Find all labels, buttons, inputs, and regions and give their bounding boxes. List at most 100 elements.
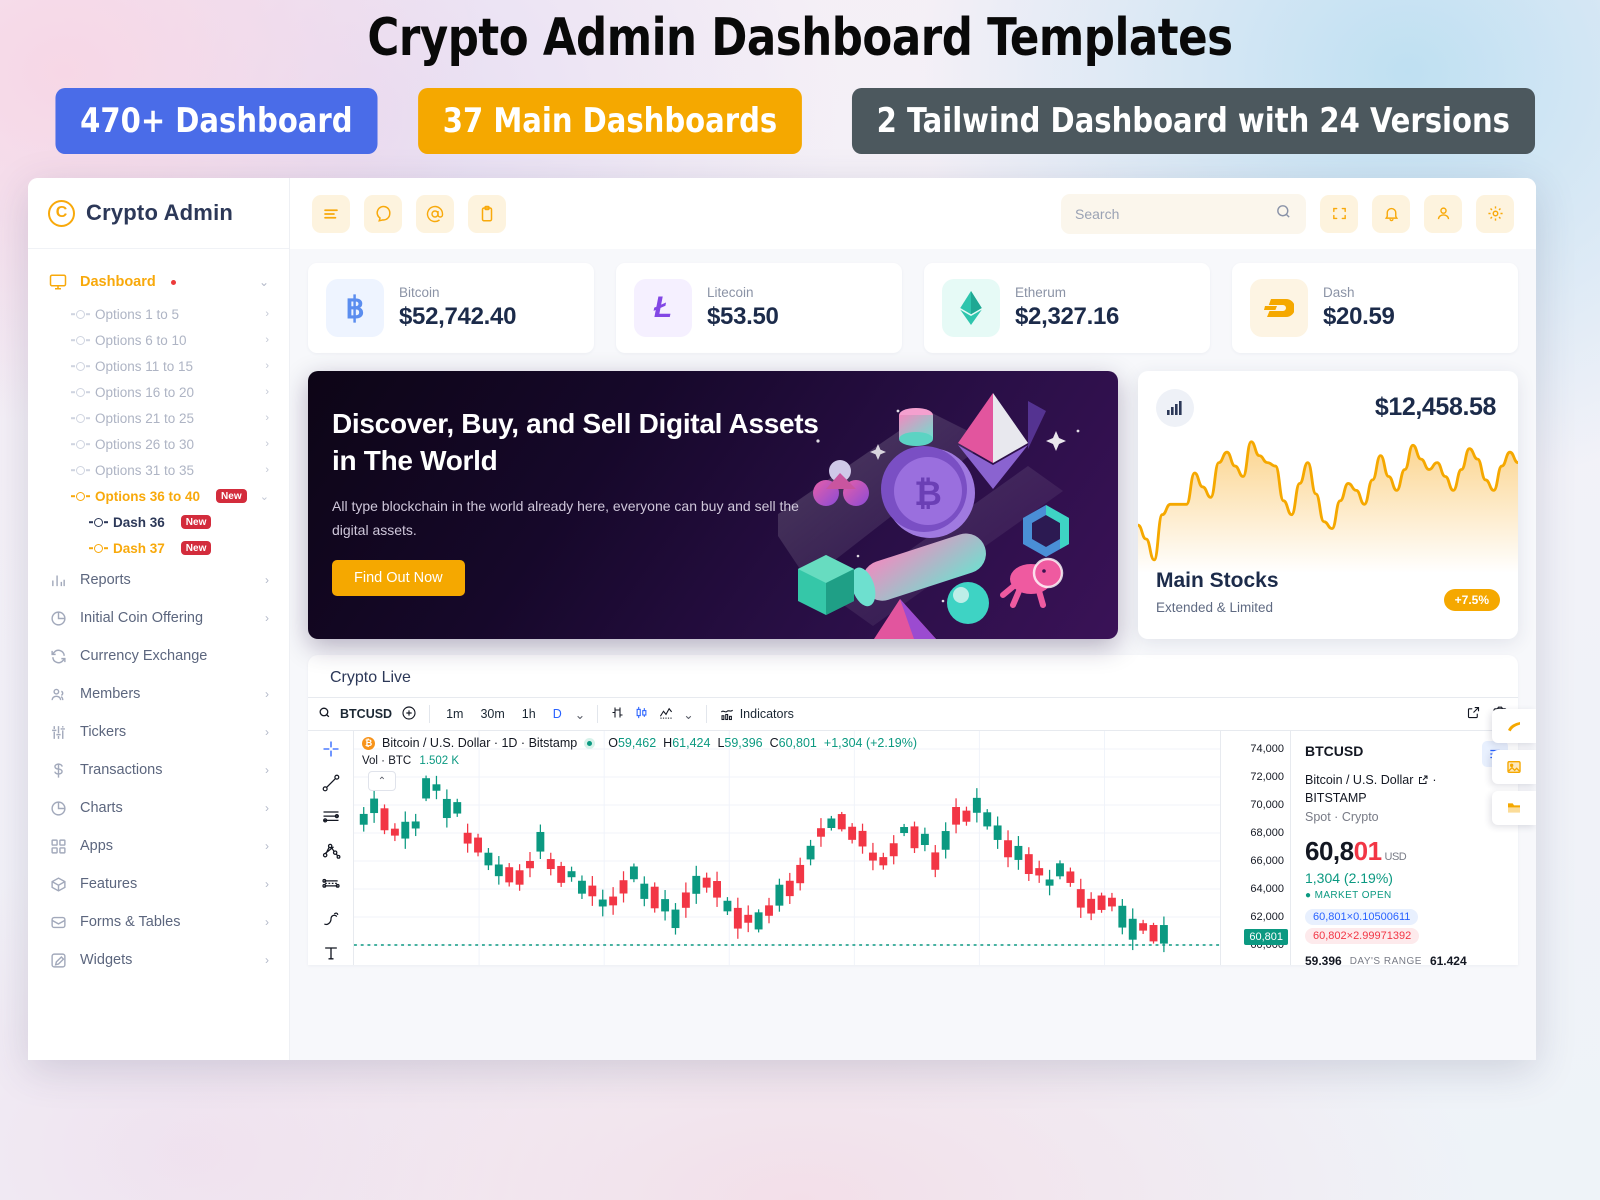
chevron-right-icon: › [265,360,269,372]
sidebar-item-tickers[interactable]: Tickers › [28,713,289,751]
stats-icon [1156,389,1194,427]
pie-chart-icon [48,608,68,628]
search-box[interactable] [1061,193,1306,234]
chevron-down-icon[interactable]: ⌄ [683,707,693,722]
fib-retracement-icon[interactable] [321,875,341,895]
stocks-value: $12,458.58 [1374,393,1497,421]
price-axis[interactable]: 74,000 72,000 70,000 68,000 66,000 64,000 62,0… [1220,731,1290,965]
dollar-icon [48,760,68,780]
sidebar-subitem-label: Options 26 to 30 [95,436,195,452]
user-icon[interactable] [1424,194,1462,233]
clipboard-icon[interactable] [468,194,506,233]
sidebar-item-charts[interactable]: Charts › [28,789,289,827]
menu-icon[interactable] [312,194,350,233]
pie-chart-icon [48,798,68,818]
symbol-label[interactable]: BTCUSD [340,707,392,721]
chevron-right-icon: › [265,687,269,701]
collapse-pane-button[interactable]: ⌃ [368,771,396,791]
search-input[interactable] [1075,205,1275,222]
volume-value: 1.502 K [419,755,460,767]
ohlc-open-label: O [608,736,618,750]
folder-tab-icon[interactable] [1492,791,1536,825]
bar-style-icon[interactable] [610,705,625,723]
coin-card-bitcoin[interactable]: ฿ Bitcoin $52,742.40 [308,263,594,353]
chevron-right-icon: › [265,412,269,424]
fullscreen-icon[interactable] [1320,194,1358,233]
brush-icon[interactable] [321,909,341,929]
sidebar-subitem-options-31-35[interactable]: Options 31 to 35 › [28,457,289,483]
tradingview-body: ₿ Bitcoin / U.S. Dollar · 1D · Bitstamp … [308,731,1518,965]
external-link-icon[interactable] [1466,705,1481,723]
demo-tab-icon[interactable] [1492,709,1536,743]
panel-symbol: BTCUSD [1305,743,1364,759]
sidebar-subitem-options-21-25[interactable]: Options 21 to 25 › [28,405,289,431]
chevron-right-icon: › [265,308,269,320]
indicators-button[interactable]: Indicators [719,707,794,722]
promo-pill-row: 470+ Dashboard 37 Main Dashboards 2 Tail… [0,88,1600,154]
sidebar-subitem-options-6-10[interactable]: Options 6 to 10 › [28,327,289,353]
candlestick-icon[interactable] [634,705,649,723]
sidebar-subitem-dash-36[interactable]: Dash 36 New [28,509,289,535]
stocks-change-badge: +7.5% [1443,589,1500,611]
sidebar-item-label: Forms & Tables [80,914,181,930]
range-label: DAY'S RANGE [1349,955,1422,965]
sidebar-item-initial-coin-offering[interactable]: Initial Coin Offering › [28,599,289,637]
range-low: 59,396 [1305,954,1342,965]
ohlc-open: 59,462 [617,736,657,750]
sidebar-item-widgets[interactable]: Widgets › [28,941,289,979]
sidebar-subitem-options-1-5[interactable]: Options 1 to 5 › [28,301,289,327]
timeframe-30m[interactable]: 30m [476,705,508,723]
symbol-info-panel: BTCUSD Bitcoin / U.S. Dollar · BITSTAMP … [1290,731,1518,965]
sidebar-item-label: Apps [80,838,114,854]
timeframe-1h[interactable]: 1h [518,705,540,723]
timeframe-d[interactable]: D [549,705,566,723]
crosshair-icon[interactable] [321,739,341,759]
sidebar-item-features[interactable]: Features › [28,865,289,903]
chat-icon[interactable] [364,194,402,233]
trendline-icon[interactable] [321,773,341,793]
sidebar-subitem-label: Options 11 to 15 [95,358,194,374]
panel-price-main: 60,8 [1305,836,1354,867]
sidebar-subitem-options-16-20[interactable]: Options 16 to 20 › [28,379,289,405]
sidebar-item-members[interactable]: Members › [28,675,289,713]
coin-card-dash[interactable]: Dash $20.59 [1232,263,1518,353]
external-link-icon[interactable] [1417,774,1429,786]
floating-side-tabs [1492,709,1536,825]
chevron-down-icon[interactable]: ⌄ [575,707,585,722]
sidebar-item-currency-exchange[interactable]: Currency Exchange [28,637,289,675]
sidebar-subitem-options-36-40[interactable]: Options 36 to 40 New ⌄ [28,483,289,509]
sidebar-subitem-options-26-30[interactable]: Options 26 to 30 › [28,431,289,457]
chevron-right-icon: › [265,334,269,346]
add-symbol-icon[interactable] [401,705,417,724]
line-chart-icon[interactable] [658,705,674,723]
main-stocks-card: $12,458.58 Main Stocks Extended & Limite… [1138,371,1518,639]
chevron-down-icon: ⌄ [259,490,269,503]
sidebar-item-transactions[interactable]: Transactions › [28,751,289,789]
brand-logo[interactable]: C Crypto Admin [28,178,289,249]
dash-icon [1250,279,1308,337]
mention-icon[interactable] [416,194,454,233]
sidebar-subitem-options-11-15[interactable]: Options 11 to 15 › [28,353,289,379]
sidebar-item-forms-tables[interactable]: Forms & Tables › [28,903,289,941]
stocks-subtitle: Extended & Limited [1156,600,1274,615]
horizontal-lines-icon[interactable] [321,807,341,827]
coin-card-etherum[interactable]: Etherum $2,327.16 [924,263,1210,353]
timeframe-1m[interactable]: 1m [442,705,467,723]
sidebar-item-label: Features [80,876,138,892]
sidebar-item-reports[interactable]: Reports › [28,561,289,599]
find-out-now-button[interactable]: Find Out Now [332,559,465,596]
current-price-tag: 60,801 [1244,929,1288,945]
sidebar-item-apps[interactable]: Apps › [28,827,289,865]
bell-icon[interactable] [1372,194,1410,233]
gear-icon[interactable] [1476,194,1514,233]
promo-pill-tailwind: 2 Tailwind Dashboard with 24 Versions [851,88,1535,154]
image-tab-icon[interactable] [1492,750,1536,784]
sidebar-subitem-dash-37[interactable]: Dash 37 New [28,535,289,561]
candlestick-chart[interactable]: ₿ Bitcoin / U.S. Dollar · 1D · Bitstamp … [354,731,1220,965]
text-tool-icon[interactable] [321,943,341,963]
coin-card-litecoin[interactable]: Ł Litecoin $53.50 [616,263,902,353]
pitchfork-icon[interactable] [321,841,341,861]
search-icon[interactable] [318,706,331,722]
sidebar-item-dashboard[interactable]: Dashboard ⌄ [28,263,289,301]
chart-legend: ₿ Bitcoin / U.S. Dollar · 1D · Bitstamp … [362,736,917,750]
